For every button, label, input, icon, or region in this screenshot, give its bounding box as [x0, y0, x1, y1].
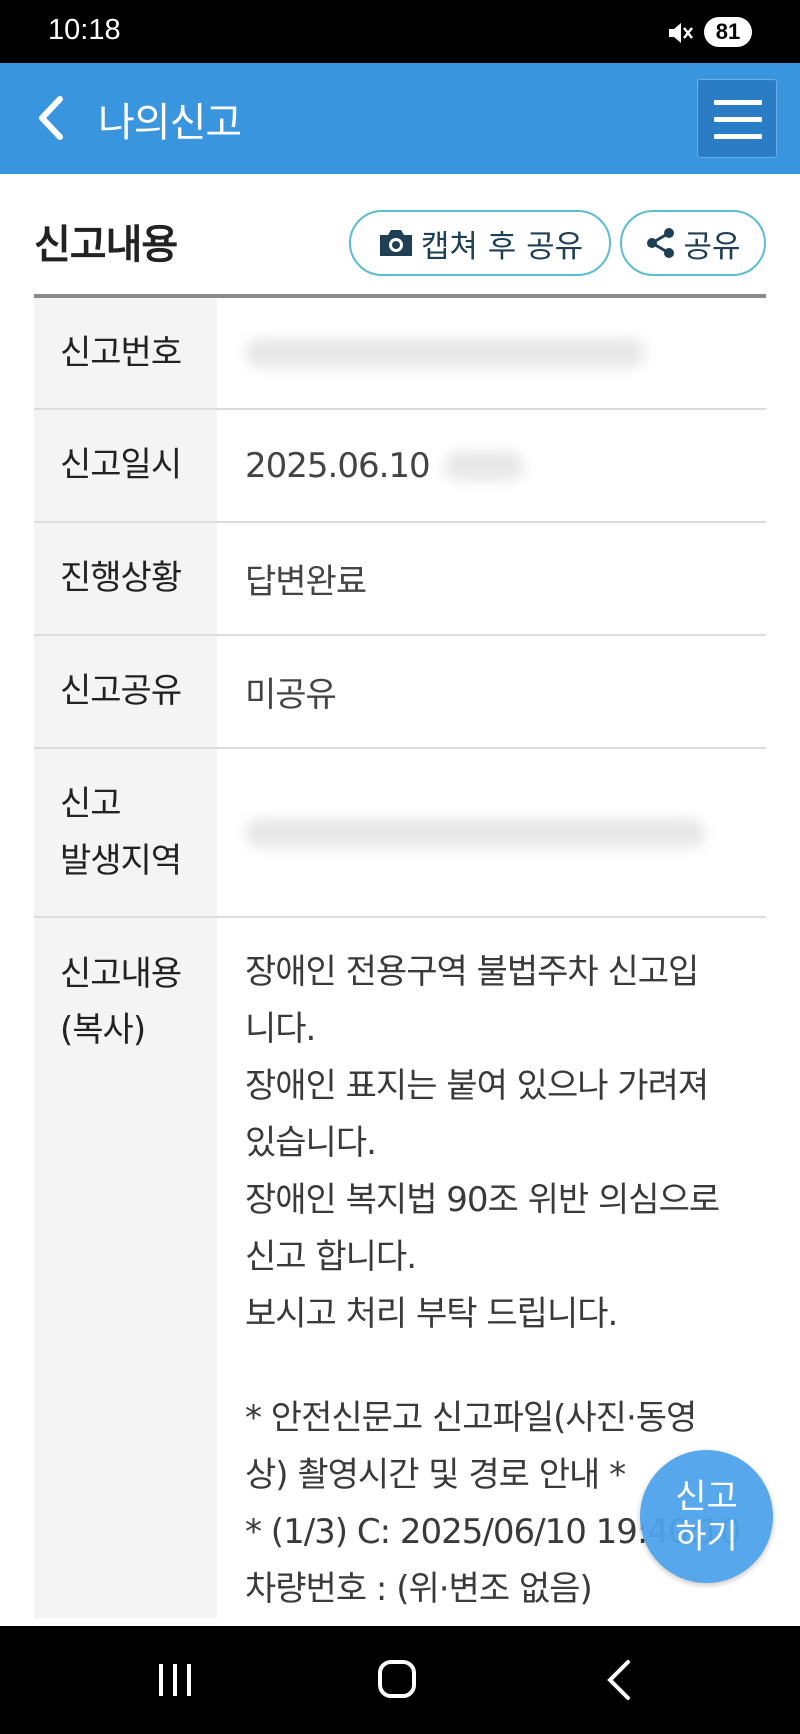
table-row-report-number: 신고번호 [34, 298, 766, 410]
content-line: 차량번호 : (위·변조 없음) [245, 1569, 593, 1609]
row-label: 신고공유 [34, 636, 217, 747]
share-status-value: 미공유 [245, 675, 337, 715]
redacted-value [245, 338, 645, 368]
report-location-value [217, 749, 766, 916]
menu-button[interactable] [697, 79, 777, 158]
copy-label[interactable]: (복사) [60, 1010, 146, 1050]
redacted-value [245, 817, 705, 848]
capture-share-label: 캡쳐 후 공유 [420, 228, 584, 265]
status-time: 10:18 [48, 14, 121, 46]
table-row-share-status: 신고공유 미공유 [34, 636, 766, 749]
section-title: 신고내용 [34, 222, 178, 268]
content-line: 니다. [245, 1009, 316, 1049]
row-label[interactable]: 신고내용 (복사) [34, 918, 217, 1618]
content-line: 상) 촬영시간 및 경로 안내 * [245, 1455, 626, 1495]
share-button[interactable]: 공유 [620, 210, 766, 276]
label-line: 신고 [60, 784, 122, 825]
status-bar: 10:18 81 [0, 0, 800, 63]
mute-icon [669, 23, 693, 43]
share-label: 공유 [683, 228, 741, 265]
back-nav-icon[interactable] [596, 1658, 646, 1702]
row-label: 신고번호 [34, 298, 217, 408]
row-label: 신고발생지역 [34, 749, 217, 916]
capture-share-button[interactable]: 캡쳐 후 공유 [349, 210, 611, 276]
share-icon [647, 228, 675, 258]
redacted-value [443, 450, 524, 481]
row-label: 신고일시 [34, 410, 217, 521]
progress-status-value: 답변완료 [245, 562, 367, 602]
report-number-value [217, 298, 766, 408]
content-line: 보시고 처리 부탁 드립니다. [245, 1294, 618, 1334]
camera-icon [379, 230, 412, 256]
page-title: 나의신고 [98, 100, 242, 146]
table-row-progress-status: 진행상황 답변완료 [34, 523, 766, 636]
app-bar: 나의신고 [0, 63, 800, 174]
label-line: 발생지역 [60, 840, 182, 881]
content-line: 장애인 표지는 붙여 있으나 가려져 [245, 1066, 709, 1106]
fab-label-line: 하기 [675, 1516, 738, 1557]
fab-label-line: 신고 [675, 1476, 738, 1517]
report-detail-table: 신고번호 신고일시 2025.06.10 진행상황 답변완료 신고공유 미공유 … [34, 294, 766, 1618]
report-date-text: 2025.06.10 [245, 445, 431, 486]
table-row-report-location: 신고발생지역 [34, 749, 766, 918]
recent-apps-icon[interactable] [150, 1658, 200, 1702]
content-line: 장애인 복지법 90조 위반 의심으로 [245, 1180, 720, 1220]
report-date-value: 2025.06.10 [217, 410, 766, 521]
back-icon[interactable] [30, 93, 76, 143]
label-line: 신고내용 [60, 954, 182, 994]
table-row-report-date: 신고일시 2025.06.10 [34, 410, 766, 523]
content-line: 있습니다. [245, 1123, 377, 1163]
battery-indicator: 81 [704, 17, 752, 47]
home-icon[interactable] [372, 1658, 422, 1702]
content-line: * 안전신문고 신고파일(사진·동영 [245, 1398, 697, 1438]
row-label: 진행상황 [34, 523, 217, 634]
report-fab-button[interactable]: 신고 하기 [640, 1450, 773, 1583]
content-line: 신고 합니다. [245, 1237, 417, 1277]
system-nav-bar [0, 1626, 800, 1734]
content-line: 장애인 전용구역 불법주차 신고입 [245, 952, 699, 992]
